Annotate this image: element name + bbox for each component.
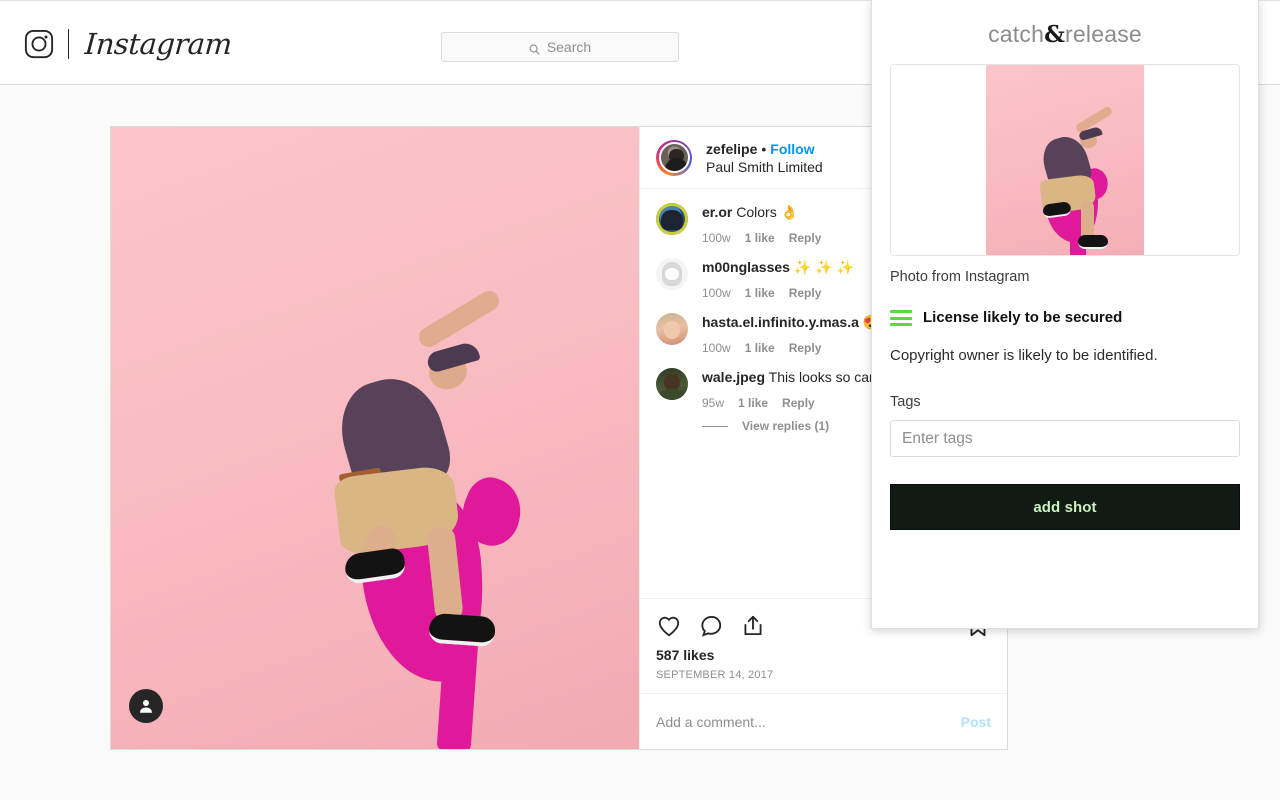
heart-icon[interactable] (656, 613, 682, 639)
instagram-camera-icon[interactable] (24, 29, 54, 59)
post-location[interactable]: Paul Smith Limited (706, 158, 823, 176)
tagged-people-icon[interactable] (129, 689, 163, 723)
logo-part-catch: catch (988, 21, 1045, 47)
comment-reply-button[interactable]: Reply (789, 341, 822, 355)
comment-likes[interactable]: 1 like (738, 396, 768, 410)
comment-reply-button[interactable]: Reply (789, 231, 822, 245)
commenter-avatar[interactable] (656, 258, 688, 290)
search-icon (529, 42, 540, 55)
tags-label: Tags (890, 394, 921, 410)
comment-text: Colors 👌 (736, 204, 799, 220)
comment-likes[interactable]: 1 like (745, 231, 775, 245)
commenter-avatar[interactable] (656, 313, 688, 345)
photo-figure-shoe-lower (428, 612, 496, 648)
comment-username[interactable]: hasta.el.infinito.y.mas.a (702, 314, 859, 330)
extension-logo: catch&release (890, 0, 1240, 49)
instagram-logo[interactable]: Instagram (24, 27, 233, 61)
instagram-wordmark[interactable]: Instagram (84, 27, 233, 61)
comment-time: 100w (702, 341, 731, 355)
comment-username[interactable]: m00nglasses (702, 259, 790, 275)
catch-release-extension-panel: catch&release Photo from Instagram Licen… (871, 0, 1259, 629)
thumbnail-caption: Photo from Instagram (890, 269, 1030, 285)
comment-likes[interactable]: 1 like (745, 341, 775, 355)
replies-divider (702, 425, 728, 427)
comment-username[interactable]: wale.jpeg (702, 369, 765, 385)
username-separator: • (761, 140, 767, 157)
logo-ampersand: & (1044, 21, 1066, 48)
license-description: Copyright owner is likely to be identifi… (890, 347, 1158, 364)
likes-count[interactable]: 587 likes (656, 647, 991, 663)
comment-time: 100w (702, 231, 731, 245)
search-input[interactable]: Search (441, 32, 679, 62)
license-status: License likely to be secured (890, 309, 1240, 327)
post-username[interactable]: zefelipe (706, 141, 757, 157)
comment-likes[interactable]: 1 like (745, 286, 775, 300)
comment-time: 100w (702, 286, 731, 300)
license-bars-icon (890, 310, 912, 326)
share-icon[interactable] (740, 613, 766, 639)
logo-part-release: release (1065, 21, 1142, 47)
comment-reply-button[interactable]: Reply (782, 396, 815, 410)
photo-thumbnail[interactable] (890, 64, 1240, 256)
comment-reply-button[interactable]: Reply (789, 286, 822, 300)
post-photo[interactable] (111, 127, 639, 749)
search-placeholder: Search (546, 39, 592, 55)
commenter-avatar[interactable] (656, 368, 688, 400)
thumbnail-image (986, 65, 1144, 255)
commenter-avatar[interactable] (656, 203, 688, 235)
logo-divider (68, 29, 69, 59)
comment-time: 95w (702, 396, 725, 410)
comment-text: ✨ ✨ ✨ (793, 259, 854, 275)
view-replies-button[interactable]: View replies (1) (742, 419, 829, 433)
add-shot-button[interactable]: add shot (890, 484, 1240, 530)
comment-username[interactable]: er.or (702, 204, 732, 220)
add-comment-input[interactable]: Add a comment... (656, 714, 961, 730)
tags-input[interactable]: Enter tags (890, 420, 1240, 457)
post-date: SEPTEMBER 14, 2017 (656, 669, 774, 681)
add-comment-bar: Add a comment... Post (640, 693, 1007, 749)
follow-button[interactable]: Follow (770, 141, 814, 157)
license-status-label: License likely to be secured (923, 309, 1123, 326)
avatar[interactable] (656, 139, 692, 176)
photo-figure-arm (415, 287, 503, 351)
comment-bubble-icon[interactable] (698, 613, 724, 639)
tags-placeholder: Enter tags (902, 429, 973, 447)
post-comment-button[interactable]: Post (961, 714, 991, 730)
